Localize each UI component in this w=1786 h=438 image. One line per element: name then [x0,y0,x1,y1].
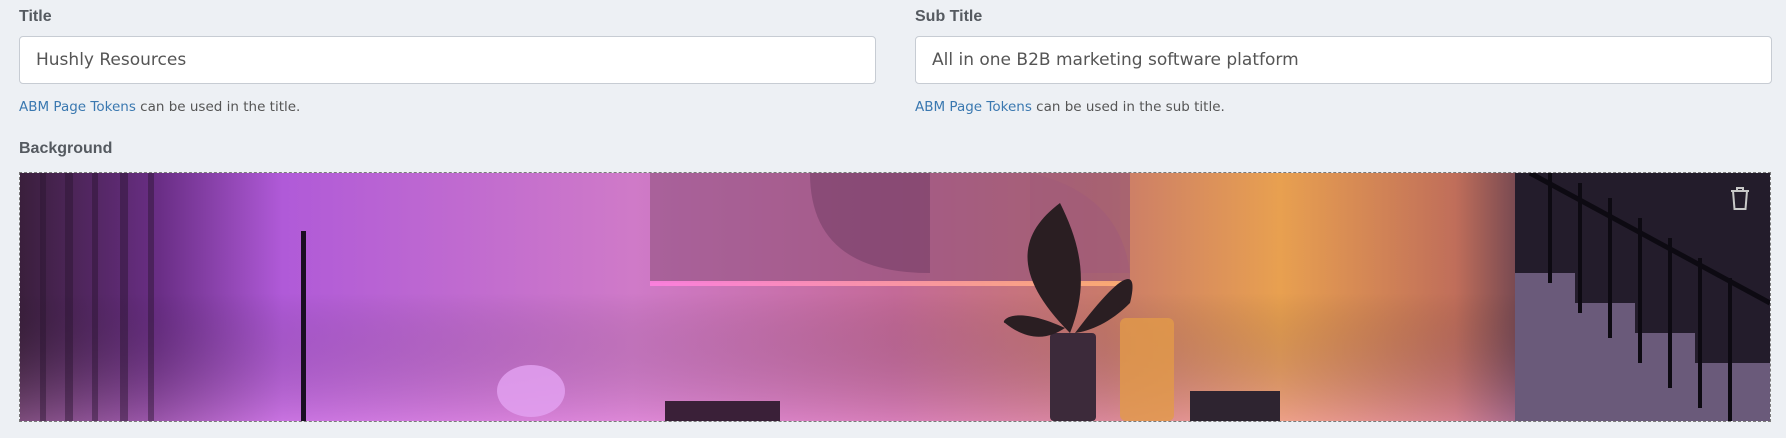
trash-icon [1731,187,1749,210]
title-input[interactable] [19,36,876,84]
subtitle-input[interactable] [915,36,1772,84]
title-help-text: can be used in the title. [135,99,301,115]
subtitle-help-text: can be used in the sub title. [1031,99,1225,115]
background-image-container[interactable] [19,172,1771,422]
background-image [20,173,1770,421]
abm-page-tokens-link[interactable]: ABM Page Tokens [19,99,136,115]
abm-page-tokens-link[interactable]: ABM Page Tokens [915,99,1032,115]
subtitle-help: ABM Page Tokens can be used in the sub t… [915,99,1225,115]
subtitle-label: Sub Title [915,8,983,25]
delete-background-button[interactable] [1728,185,1752,211]
background-label: Background [19,140,113,157]
title-help: ABM Page Tokens can be used in the title… [19,99,300,115]
title-label: Title [19,8,52,25]
